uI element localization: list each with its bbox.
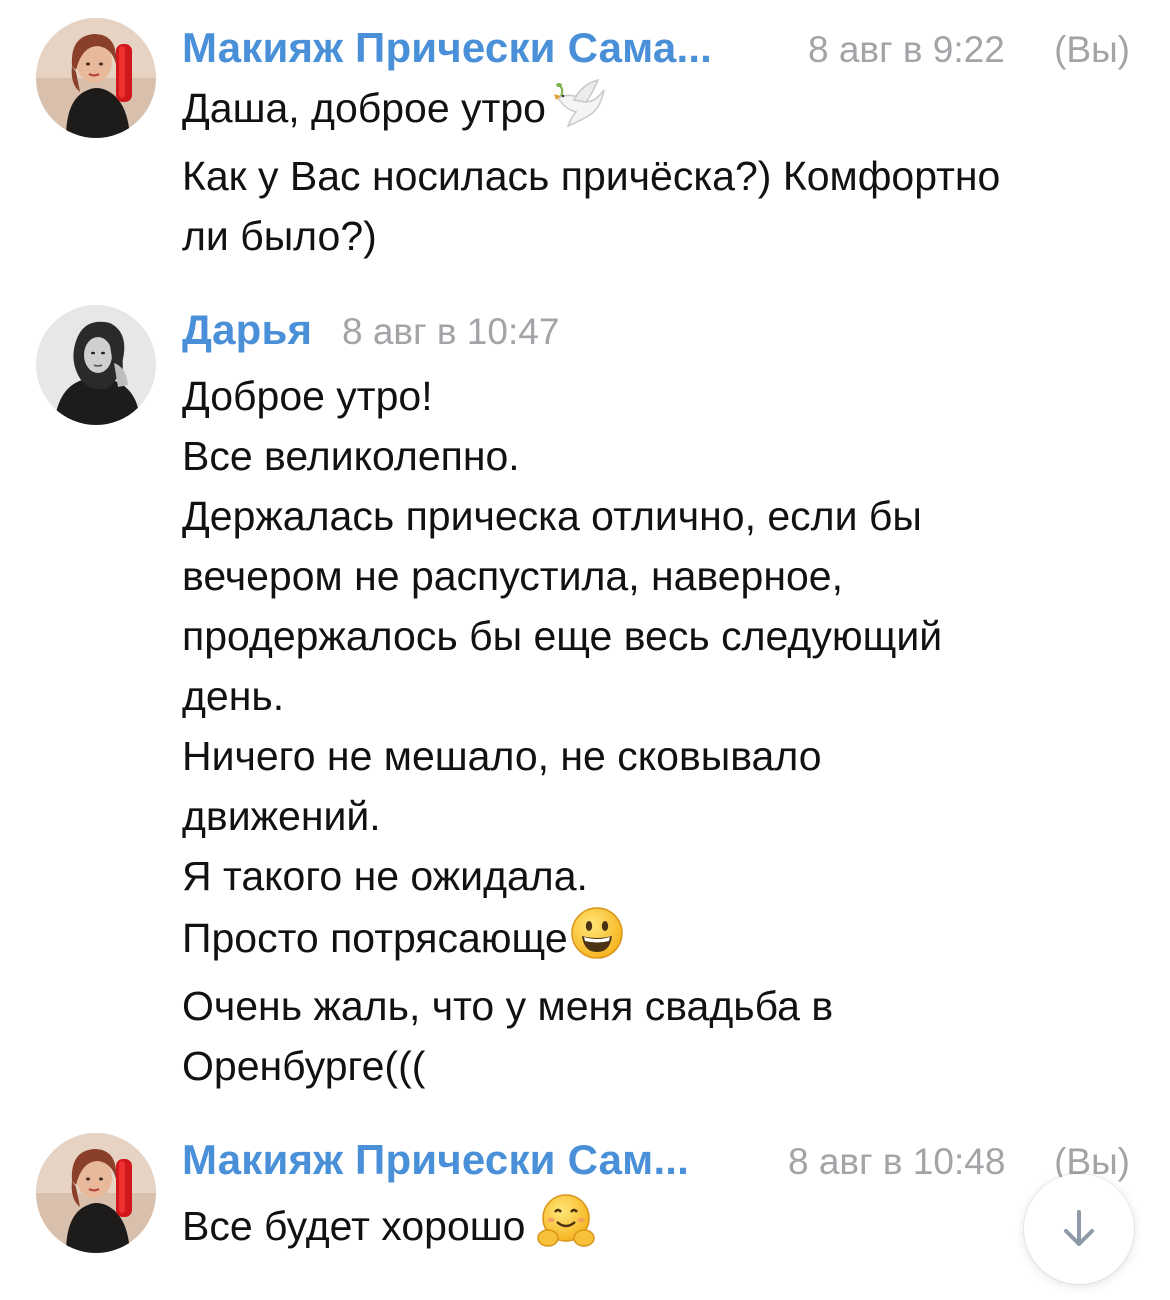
woman-with-red-shoe-avatar-icon [36, 1133, 156, 1253]
message-header: Дарья 8 авг в 10:47 [182, 300, 1130, 360]
message-text: Все будет хорошо [182, 1192, 1130, 1266]
text-line: Оренбурге((( [182, 1043, 426, 1089]
text-line: Ничего не мешало, не сковывало [182, 733, 822, 779]
smiley-emoji-icon [570, 906, 624, 976]
text-line: ли было?) [182, 213, 377, 259]
text-line: продержалось бы еще весь следующий [182, 613, 943, 659]
sender-avatar[interactable] [36, 1133, 156, 1253]
message-time: 8 авг в 10:47 [342, 311, 560, 352]
author-name[interactable]: Макияж Прически Сама... [182, 18, 712, 78]
dove-emoji-icon [552, 76, 610, 146]
sender-avatar[interactable] [36, 18, 156, 138]
text-line: Держалась прическа отлично, если бы [182, 493, 922, 539]
text-line: Просто потрясающе [182, 906, 1130, 976]
scroll-to-bottom-button[interactable] [1024, 1174, 1134, 1284]
message-text: Доброе утро! Все великолепно. Держалась … [182, 366, 1130, 1096]
text-line: Все великолепно. [182, 433, 520, 479]
message-header: Макияж Прически Сам... 8 авг в 10:48 (Вы… [182, 1130, 1130, 1190]
text-line: Я такого не ожидала. [182, 853, 588, 899]
message-time: 8 авг в 9:22 [808, 29, 1005, 70]
hugging-face-emoji-icon [537, 1192, 596, 1266]
you-label: (Вы) [1054, 29, 1130, 70]
text-line: день. [182, 673, 285, 719]
author-name[interactable]: Дарья [182, 300, 312, 360]
text-line: Доброе утро! [182, 373, 433, 419]
woman-black-and-white-avatar-icon [36, 305, 156, 425]
text-line: Все будет хорошо [182, 1192, 1130, 1266]
author-name[interactable]: Макияж Прически Сам... [182, 1130, 689, 1190]
chat-history: Макияж Прически Сама... 8 авг в 9:22 (Вы… [0, 0, 1170, 1300]
text-line: движений. [182, 793, 381, 839]
text-line: Очень жаль, что у меня свадьба в [182, 983, 834, 1029]
arrow-down-icon [1064, 1210, 1094, 1246]
text-line: Как у Вас носилась причёска?) Комфортно [182, 153, 1001, 199]
message-time: 8 авг в 10:48 [788, 1141, 1006, 1182]
woman-with-red-shoe-avatar-icon [36, 18, 156, 138]
text-line: Даша, доброе утро [182, 76, 1130, 146]
message-header: Макияж Прически Сама... 8 авг в 9:22 (Вы… [182, 18, 1130, 78]
message-text: Даша, доброе утро Как у Вас носилась при… [182, 76, 1130, 266]
text-line: вечером не распустила, наверное, [182, 553, 843, 599]
sender-avatar[interactable] [36, 305, 156, 425]
